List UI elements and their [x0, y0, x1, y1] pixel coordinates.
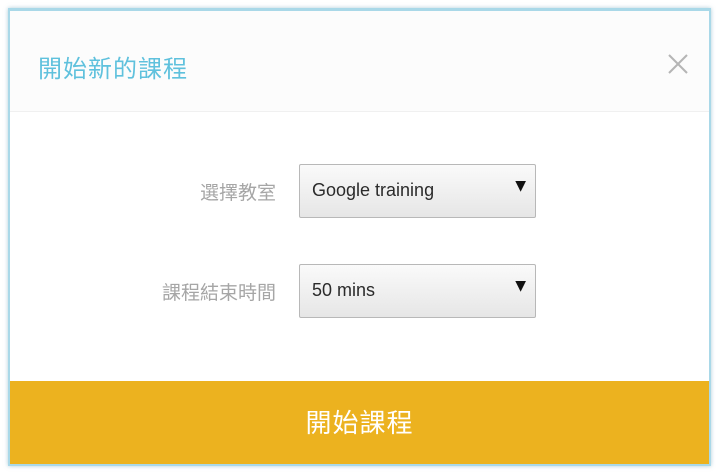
start-course-button[interactable]: 開始課程: [10, 381, 709, 464]
close-button[interactable]: [663, 49, 693, 79]
dialog-title: 開始新的課程: [38, 55, 188, 83]
classroom-select[interactable]: Google training ▼: [299, 164, 536, 218]
close-icon: [663, 49, 693, 79]
start-course-dialog: 開始新的課程 選擇教室 Google training ▼ 課程結束時間 50 …: [8, 8, 711, 466]
caret-down-icon: ▼: [515, 278, 526, 294]
dialog-header: 開始新的課程: [10, 11, 709, 112]
classroom-selected-value: Google training: [312, 180, 435, 200]
end-time-row: 課程結束時間 50 mins ▼: [10, 264, 709, 318]
end-time-select[interactable]: 50 mins ▼: [299, 264, 536, 318]
caret-down-icon: ▼: [515, 178, 526, 194]
end-time-label: 課程結束時間: [161, 282, 276, 304]
end-time-selected-value: 50 mins: [312, 280, 376, 300]
start-course-label: 開始課程: [305, 409, 414, 439]
classroom-row: 選擇教室 Google training ▼: [10, 164, 709, 218]
classroom-label: 選擇教室: [199, 182, 276, 204]
